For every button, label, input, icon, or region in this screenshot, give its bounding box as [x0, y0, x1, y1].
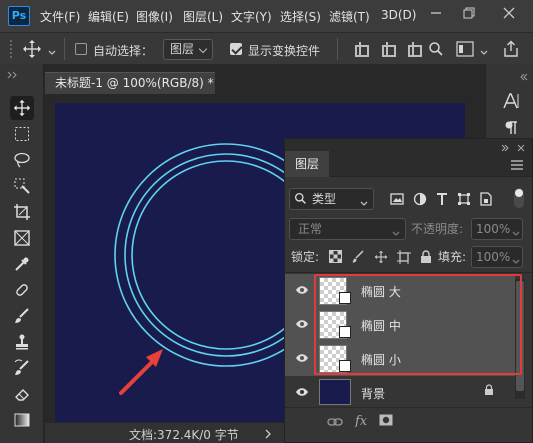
menu-bar: Ps 文件(F) 编辑(E) 图像(I) 图层(L) 文字(Y) 选择(S) 滤…: [0, 0, 533, 32]
align-left-icon[interactable]: [353, 42, 369, 57]
opacity-input[interactable]: 100%: [471, 218, 523, 240]
workspace-icon[interactable]: [456, 41, 474, 60]
lasso-tool-icon[interactable]: [10, 148, 34, 172]
lock-icon: [484, 384, 494, 399]
document-size-status: 文档:372.4K/0 字节: [129, 428, 239, 442]
auto-select-checkbox[interactable]: [75, 43, 87, 55]
stamp-tool-icon[interactable]: [10, 330, 34, 354]
lock-transparent-icon[interactable]: [328, 250, 342, 264]
eyedropper-tool-icon[interactable]: [10, 252, 34, 276]
search-icon[interactable]: [428, 41, 444, 60]
align-right-icon[interactable]: [406, 42, 422, 57]
layer-row-background[interactable]: 背景: [285, 376, 515, 410]
annotation-arrow: [119, 349, 163, 395]
menu-image[interactable]: 图像(I): [136, 8, 173, 25]
align-center-icon[interactable]: [380, 42, 396, 57]
crop-tool-icon[interactable]: [10, 200, 34, 224]
panel-menu-icon[interactable]: [511, 159, 523, 173]
eye-icon[interactable]: [295, 318, 309, 332]
restore-icon[interactable]: [455, 4, 483, 26]
menu-file[interactable]: 文件(F): [40, 8, 80, 25]
eye-icon[interactable]: [295, 284, 309, 298]
gradient-tool-icon[interactable]: [10, 408, 34, 432]
document-tab[interactable]: 未标题-1 @ 100%(RGB/8) *: [45, 72, 215, 94]
quick-select-tool-icon[interactable]: [10, 174, 34, 198]
add-mask-icon[interactable]: [379, 414, 393, 429]
menu-filter[interactable]: 滤镜(T): [329, 8, 370, 25]
menu-3d[interactable]: 3D(D): [381, 8, 416, 22]
layer-thumbnail: [319, 379, 351, 405]
layers-panel: 图层 类型 正常 不透明度: 100% 锁定: 填充: 100% 椭圆 大 椭圆…: [284, 138, 533, 443]
brush-tool-icon[interactable]: [10, 304, 34, 328]
marquee-tool-icon[interactable]: [10, 122, 34, 146]
svg-text:fx: fx: [354, 414, 368, 427]
tools-panel: [0, 64, 44, 443]
history-brush-tool-icon[interactable]: [10, 356, 34, 380]
auto-select-label: 自动选择：: [93, 44, 154, 58]
panel-grip[interactable]: [8, 35, 18, 61]
menu-edit[interactable]: 编辑(E): [88, 8, 129, 25]
move-tool-icon[interactable]: [22, 39, 42, 62]
paragraph-panel-icon[interactable]: [504, 120, 518, 139]
filter-type-icon[interactable]: [435, 192, 449, 206]
filter-smart-object-icon[interactable]: [479, 192, 493, 206]
fill-label: 填充:: [438, 250, 467, 264]
close-icon[interactable]: [495, 4, 523, 26]
menu-select[interactable]: 选择(S): [280, 8, 321, 25]
chevron-down-icon: [360, 196, 368, 210]
character-panel-icon[interactable]: [502, 92, 519, 110]
chevron-down-icon[interactable]: [480, 45, 488, 59]
blend-mode-select[interactable]: 正常: [289, 218, 406, 240]
expand-toolbar-icon[interactable]: [6, 68, 18, 82]
chevron-down-icon: [392, 226, 400, 240]
filter-shape-icon[interactable]: [457, 192, 471, 206]
move-tool-icon[interactable]: [10, 96, 34, 120]
chevron-down-icon: [512, 226, 520, 240]
share-icon[interactable]: [502, 40, 520, 61]
chevron-right-icon[interactable]: [265, 428, 271, 442]
lock-artboard-icon[interactable]: [397, 250, 411, 264]
menu-type[interactable]: 文字(Y): [231, 8, 272, 25]
filter-toggle-switch[interactable]: [514, 188, 524, 208]
layer-name: 背景: [361, 387, 386, 401]
eye-icon[interactable]: [295, 352, 309, 366]
menu-layer[interactable]: 图层(L): [183, 8, 223, 25]
filter-adjustment-icon[interactable]: [413, 192, 427, 206]
lock-label: 锁定:: [291, 250, 320, 264]
link-layers-icon[interactable]: [327, 416, 343, 430]
opacity-label: 不透明度:: [411, 222, 464, 236]
collapse-icon[interactable]: [518, 70, 528, 84]
show-transform-label: 显示变换控件: [248, 44, 321, 58]
layers-bottom-bar: fx: [285, 407, 532, 442]
fx-icon[interactable]: fx: [354, 413, 370, 431]
panel-tab-bar: 图层: [285, 151, 532, 177]
frame-tool-icon[interactable]: [10, 226, 34, 250]
chevron-down-icon: [512, 254, 520, 268]
show-transform-checkbox[interactable]: [230, 43, 242, 55]
filter-pixel-icon[interactable]: [390, 192, 404, 206]
eye-icon[interactable]: [295, 386, 309, 400]
chevron-down-icon[interactable]: [48, 45, 56, 59]
search-icon: [294, 192, 307, 208]
healing-brush-tool-icon[interactable]: [10, 278, 34, 302]
eraser-tool-icon[interactable]: [10, 382, 34, 406]
layer-filter-select[interactable]: 类型: [289, 188, 374, 210]
options-bar: 自动选择： 图层 显示变换控件: [0, 32, 533, 64]
lock-pixels-icon[interactable]: [351, 250, 365, 264]
auto-select-target-select[interactable]: 图层: [163, 39, 213, 60]
annotation-highlight-box: [314, 274, 522, 375]
photoshop-logo: Ps: [8, 6, 30, 26]
panel-header-strip: [285, 139, 532, 152]
fill-input[interactable]: 100%: [471, 246, 523, 268]
lock-position-icon[interactable]: [374, 250, 388, 264]
tab-layers[interactable]: 图层: [285, 151, 329, 177]
minimize-icon[interactable]: [422, 4, 450, 26]
lock-all-icon[interactable]: [419, 250, 433, 264]
